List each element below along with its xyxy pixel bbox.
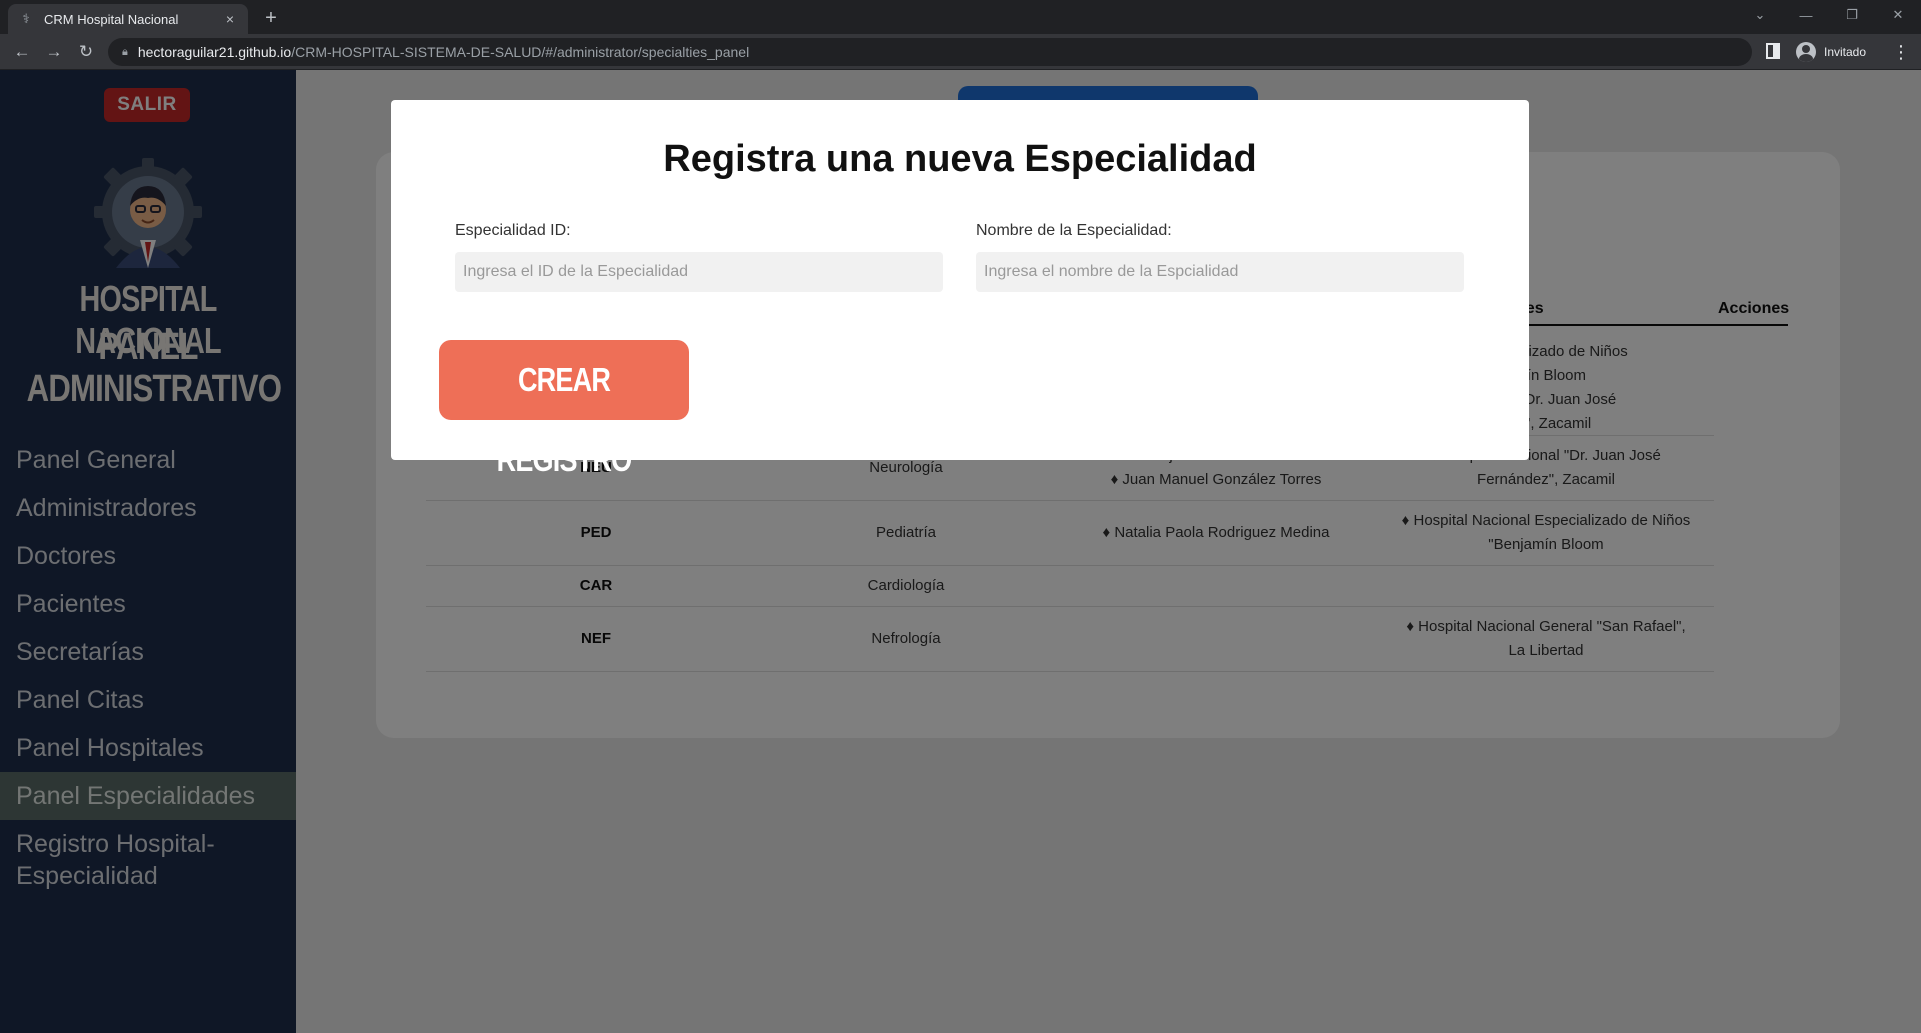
url-host: hectoraguilar21.github.io [137,44,292,60]
window-controls: ⌄ — ❐ ✕ [1737,0,1921,34]
reload-icon[interactable]: ↻ [74,40,98,64]
restore-icon[interactable]: ❐ [1829,0,1875,30]
close-window-icon[interactable]: ✕ [1875,0,1921,30]
browser-tab-strip: ⚕ CRM Hospital Nacional × + ⌄ — ❐ ✕ [0,0,1921,34]
specialty-id-input[interactable] [455,252,943,292]
browser-menu-icon[interactable]: ⋮ [1892,40,1910,64]
close-tab-icon[interactable]: × [222,11,238,27]
specialty-name-input[interactable] [976,252,1464,292]
forward-arrow-icon[interactable]: → [42,40,66,64]
side-panel-icon[interactable] [1766,43,1780,59]
specialty-name-label: Nombre de la Especialidad: [976,222,1172,239]
back-arrow-icon[interactable]: ← [10,40,34,64]
tab-title: CRM Hospital Nacional [44,11,179,27]
browser-tab[interactable]: ⚕ CRM Hospital Nacional × [8,4,248,34]
minimize-icon[interactable]: — [1783,0,1829,30]
caduceus-favicon-icon: ⚕ [22,11,30,26]
profile-label: Invitado [1824,45,1867,59]
page: SALIR HOSPITAL NACIONAL [0,70,1921,1033]
lock-icon: 🔒︎ [122,45,128,58]
new-tab-button[interactable]: + [258,6,284,32]
create-record-button[interactable]: CREAR REGISTRO [439,340,689,478]
profile-button[interactable]: Invitado [1796,40,1866,64]
create-record-label: CREAR REGISTRO [496,361,633,478]
specialty-id-label: Especialidad ID: [455,222,571,239]
tab-search-icon[interactable]: ⌄ [1737,0,1783,30]
url-field[interactable]: 🔒︎ hectoraguilar21.github.io /CRM-HOSPIT… [108,38,1752,66]
url-path: /CRM-HOSPITAL-SISTEMA-DE-SALUD/#/adminis… [291,44,750,60]
profile-avatar-icon [1796,42,1816,62]
address-bar: ← → ↻ 🔒︎ hectoraguilar21.github.io /CRM-… [0,34,1921,70]
create-specialty-modal: Registra una nueva Especialidad Especial… [391,100,1529,478]
modal-title: Registra una nueva Especialidad [663,138,1257,180]
